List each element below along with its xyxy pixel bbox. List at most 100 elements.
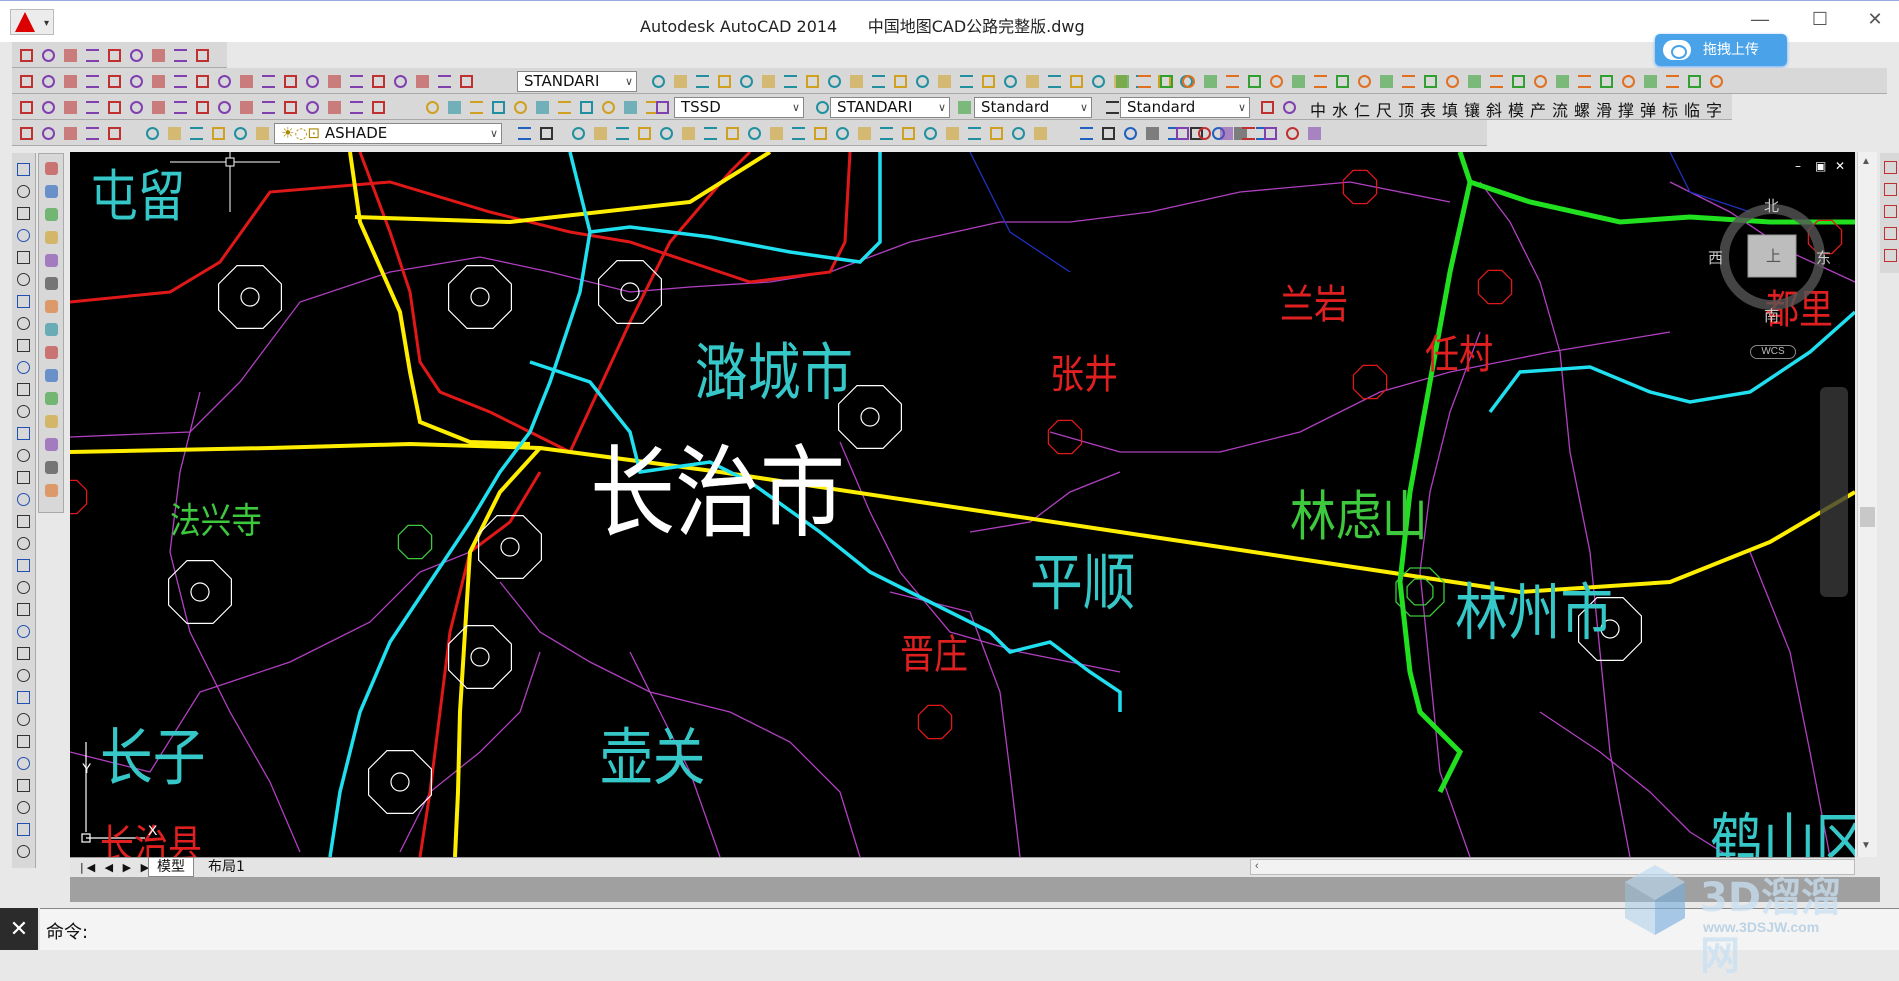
- row4-tool-47-icon[interactable]: [1216, 123, 1236, 143]
- right-tool-4-icon[interactable]: [1880, 223, 1899, 243]
- draw-tool-22-icon[interactable]: [13, 621, 33, 641]
- vertical-scrollbar[interactable]: ▲ ▼: [1857, 152, 1877, 857]
- row2-tool-39-icon[interactable]: [1022, 71, 1042, 91]
- tssd-cn-button-2[interactable]: 水: [1332, 97, 1348, 121]
- row3-tool-17-icon[interactable]: [368, 97, 388, 117]
- row2-tool-6-icon[interactable]: [126, 71, 146, 91]
- row2-tool-40-icon[interactable]: [1044, 71, 1064, 91]
- row4-tool-21-icon[interactable]: [722, 123, 742, 143]
- row2-tool-11-icon[interactable]: [236, 71, 256, 91]
- draw-tool-23-icon[interactable]: [13, 643, 33, 663]
- draw-tool-28-icon[interactable]: [13, 753, 33, 773]
- draw-tool-15-icon[interactable]: [13, 467, 33, 487]
- row4-tool-38-icon[interactable]: [1120, 123, 1140, 143]
- row4-tool-23-icon[interactable]: [766, 123, 786, 143]
- row2-tool-12-icon[interactable]: [258, 71, 278, 91]
- draw-tool-25-icon[interactable]: [13, 687, 33, 707]
- draw-tool-9-icon[interactable]: [13, 335, 33, 355]
- tssd-cn-button-3[interactable]: 仁: [1354, 97, 1370, 121]
- row2-tool-13-icon[interactable]: [280, 71, 300, 91]
- row3-tool-3-icon[interactable]: [60, 97, 80, 117]
- tssd-cn-button-9[interactable]: 斜: [1486, 97, 1502, 121]
- row2-tool-2-icon[interactable]: [38, 71, 58, 91]
- tssd-row1-tool-6-icon[interactable]: [126, 45, 146, 65]
- row2-tool-60-icon[interactable]: [1398, 71, 1418, 91]
- row3-tool-25-icon[interactable]: [576, 97, 596, 117]
- multileader-style-select[interactable]: Standard ∨: [1120, 97, 1250, 118]
- row2-tool-59-icon[interactable]: [1376, 71, 1396, 91]
- row4-tool-33-icon[interactable]: [986, 123, 1006, 143]
- row3-tool-1-icon[interactable]: [16, 97, 36, 117]
- row3-tool-5-icon[interactable]: [104, 97, 124, 117]
- row4-tool-26-icon[interactable]: [832, 123, 852, 143]
- right-tool-3-icon[interactable]: [1880, 201, 1899, 221]
- row2-tool-16-icon[interactable]: [346, 71, 366, 91]
- row2-tool-73-icon[interactable]: [1684, 71, 1704, 91]
- row4-tool-13-icon[interactable]: [536, 123, 556, 143]
- row3-tool-13-icon[interactable]: [280, 97, 300, 117]
- draw-tool-18-icon[interactable]: [13, 533, 33, 553]
- baidu-upload-button[interactable]: 拖拽上传: [1655, 34, 1787, 66]
- row2-tool-53-icon[interactable]: [1244, 71, 1264, 91]
- table-style-select[interactable]: Standard ∨: [974, 97, 1092, 118]
- row4-tool-31-icon[interactable]: [942, 123, 962, 143]
- row4-tool-5-icon[interactable]: [104, 123, 124, 143]
- tssd-side-tool-7-icon[interactable]: [41, 296, 61, 316]
- row2-tool-62-icon[interactable]: [1442, 71, 1462, 91]
- tssd-cn-button-6[interactable]: 表: [1420, 97, 1436, 121]
- row4-tool-37-icon[interactable]: [1098, 123, 1118, 143]
- row2-tool-68-icon[interactable]: [1574, 71, 1594, 91]
- draw-tool-10-icon[interactable]: [13, 357, 33, 377]
- minimize-button[interactable]: —: [1745, 9, 1775, 30]
- layer-select[interactable]: ☀◌⊡ ASHADE ∨: [274, 123, 502, 144]
- navigation-bar[interactable]: [1820, 387, 1848, 597]
- tssd-side-tool-15-icon[interactable]: [41, 480, 61, 500]
- row2-tool-23-icon[interactable]: [670, 71, 690, 91]
- row2-tool-33-icon[interactable]: [890, 71, 910, 91]
- tssd-side-tool-11-icon[interactable]: [41, 388, 61, 408]
- row2-tool-61-icon[interactable]: [1420, 71, 1440, 91]
- row2-tool-74-icon[interactable]: [1706, 71, 1726, 91]
- tssd-row1-tool-5-icon[interactable]: [104, 45, 124, 65]
- row2-tool-42-icon[interactable]: [1088, 71, 1108, 91]
- row2-tool-22-icon[interactable]: [648, 71, 668, 91]
- row2-tool-49-icon[interactable]: [1156, 71, 1176, 91]
- tssd-cn-button-11[interactable]: 产: [1530, 97, 1546, 121]
- row2-tool-54-icon[interactable]: [1266, 71, 1286, 91]
- draw-tool-4-icon[interactable]: [13, 225, 33, 245]
- row2-tool-20-icon[interactable]: [434, 71, 454, 91]
- row4-tool-29-icon[interactable]: [898, 123, 918, 143]
- draw-tool-14-icon[interactable]: [13, 445, 33, 465]
- row2-tool-19-icon[interactable]: [412, 71, 432, 91]
- row2-tool-52-icon[interactable]: [1222, 71, 1242, 91]
- row3-tool-19-icon[interactable]: [444, 97, 464, 117]
- draw-tool-24-icon[interactable]: [13, 665, 33, 685]
- row3-tool-20-icon[interactable]: [466, 97, 486, 117]
- tssd-style-select[interactable]: TSSD ∨: [674, 97, 804, 118]
- draw-tool-31-icon[interactable]: [13, 819, 33, 839]
- tssd-side-tool-12-icon[interactable]: [41, 411, 61, 431]
- tssd-row1-tool-9-icon[interactable]: [192, 45, 212, 65]
- tssd-side-tool-10-icon[interactable]: [41, 365, 61, 385]
- row4-tool-24-icon[interactable]: [788, 123, 808, 143]
- row3-tool-2-icon[interactable]: [38, 97, 58, 117]
- row3-tool-14-icon[interactable]: [302, 97, 322, 117]
- row2-tool-48-icon[interactable]: [1134, 71, 1154, 91]
- tssd-row1-tool-3-icon[interactable]: [60, 45, 80, 65]
- draw-tool-1-icon[interactable]: [13, 159, 33, 179]
- row3-tool-6-icon[interactable]: [126, 97, 146, 117]
- draw-tool-8-icon[interactable]: [13, 313, 33, 333]
- draw-tool-17-icon[interactable]: [13, 511, 33, 531]
- viewcube-west[interactable]: 西: [1708, 247, 1723, 268]
- row2-tool-47-icon[interactable]: [1112, 71, 1132, 91]
- tssd-cn-button-18[interactable]: 临: [1684, 97, 1700, 121]
- row4-tool-25-icon[interactable]: [810, 123, 830, 143]
- row4-tool-12-icon[interactable]: [514, 123, 534, 143]
- row4-tool-2-icon[interactable]: [38, 123, 58, 143]
- row3-tool-8-icon[interactable]: [170, 97, 190, 117]
- row4-tool-45-icon[interactable]: [1172, 123, 1192, 143]
- row2-tool-32-icon[interactable]: [868, 71, 888, 91]
- row3-tool-23-icon[interactable]: [532, 97, 552, 117]
- row4-tool-18-icon[interactable]: [656, 123, 676, 143]
- row3-tool-10-icon[interactable]: [214, 97, 234, 117]
